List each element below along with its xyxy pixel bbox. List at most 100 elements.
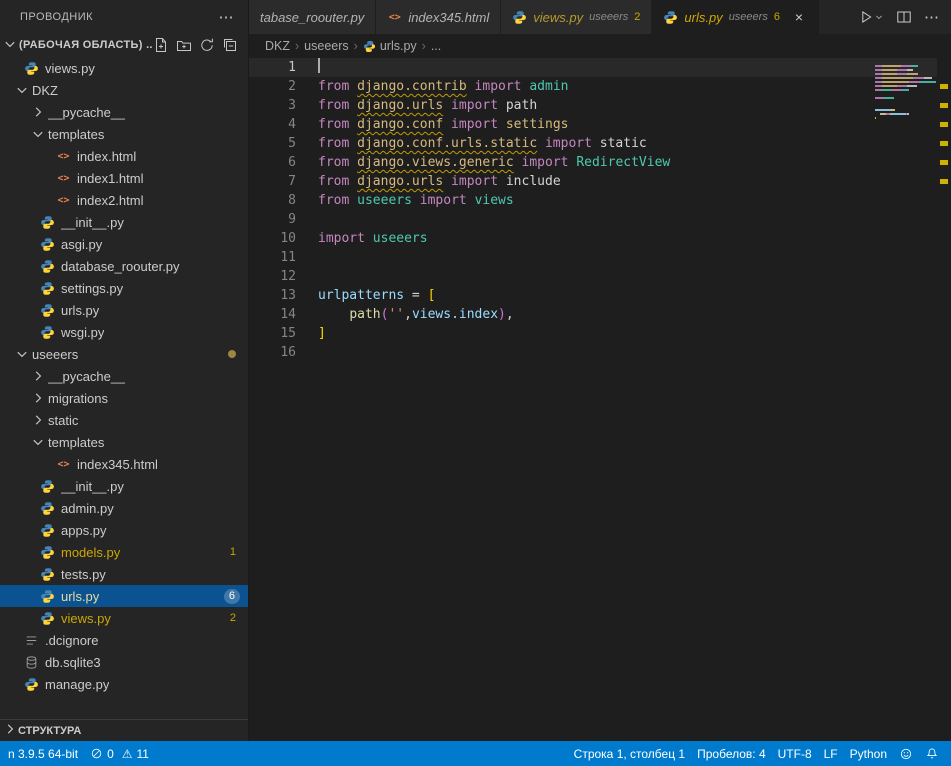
feedback-smiley-icon[interactable] — [893, 741, 919, 766]
code-line-8[interactable]: 8from useeers import views — [249, 191, 951, 210]
minimap[interactable] — [875, 61, 937, 741]
tree-folder-DKZ[interactable]: DKZ — [0, 79, 248, 101]
code-line-16[interactable]: 16 — [249, 343, 951, 362]
refresh-button[interactable] — [199, 37, 215, 53]
tree-file-__init__.py[interactable]: __init__.py — [0, 475, 248, 497]
split-editor-button[interactable] — [896, 9, 912, 25]
encoding[interactable]: UTF-8 — [772, 741, 818, 766]
indentation[interactable]: Пробелов: 4 — [691, 741, 772, 766]
tree-folder-static[interactable]: static — [0, 409, 248, 431]
overview-ruler[interactable] — [937, 58, 951, 741]
tree-folder-__pycache__[interactable]: __pycache__ — [0, 101, 248, 123]
new-folder-icon — [176, 37, 192, 53]
tree-file-views.py[interactable]: views.py2 — [0, 607, 248, 629]
tree-item-label: index.html — [77, 149, 136, 164]
notifications-bell-icon[interactable] — [919, 741, 945, 766]
line-number[interactable]: 8 — [249, 191, 296, 210]
tree-file-wsgi.py[interactable]: wsgi.py — [0, 321, 248, 343]
workspace-section-header[interactable]: (РАБОЧАЯ ОБЛАСТЬ) ... — [0, 33, 248, 57]
python-icon — [40, 589, 55, 604]
views-and-more-actions-button[interactable]: ⋯ — [219, 8, 235, 26]
tree-folder-__pycache__[interactable]: __pycache__ — [0, 365, 248, 387]
code-editor[interactable]: 12from django.contrib import admin3from … — [249, 58, 951, 741]
python-version[interactable]: n 3.9.5 64-bit — [2, 741, 84, 766]
code-line-15[interactable]: 15] — [249, 324, 951, 343]
text-cursor — [318, 58, 320, 73]
line-number[interactable]: 1 — [249, 58, 296, 77]
line-number[interactable]: 6 — [249, 153, 296, 172]
tree-folder-templates[interactable]: templates — [0, 123, 248, 145]
breadcrumb-item-DKZ[interactable]: DKZ — [265, 39, 290, 53]
code-line-7[interactable]: 7from django.urls import include — [249, 172, 951, 191]
tab-tabase_roouter.py[interactable]: tabase_roouter.py — [249, 0, 376, 34]
code-line-2[interactable]: 2from django.contrib import admin — [249, 77, 951, 96]
collapse-all-button[interactable] — [222, 37, 238, 53]
problems-indicator[interactable]: 0 ⚠ 11 — [84, 741, 155, 766]
line-number[interactable]: 3 — [249, 96, 296, 115]
code-line-9[interactable]: 9 — [249, 210, 951, 229]
code-line-12[interactable]: 12 — [249, 267, 951, 286]
cursor-position[interactable]: Строка 1, столбец 1 — [568, 741, 691, 766]
tree-file-manage.py[interactable]: manage.py — [0, 673, 248, 695]
code-line-11[interactable]: 11 — [249, 248, 951, 267]
tree-file-__init__.py[interactable]: __init__.py — [0, 211, 248, 233]
line-number[interactable]: 15 — [249, 324, 296, 343]
tree-file-db.sqlite3[interactable]: db.sqlite3 — [0, 651, 248, 673]
tree-file-urls.py[interactable]: urls.py — [0, 299, 248, 321]
tab-urls.py[interactable]: urls.pyuseeers6× — [652, 0, 819, 34]
code-line-13[interactable]: 13urlpatterns = [ — [249, 286, 951, 305]
workspace-label: (РАБОЧАЯ ОБЛАСТЬ) ... — [19, 39, 153, 51]
run-python-file-button[interactable] — [858, 9, 884, 25]
breadcrumb-item-urls.py[interactable]: urls.py — [363, 39, 417, 53]
new-folder-button[interactable] — [176, 37, 192, 53]
outline-section-header[interactable]: СТРУКТУРА — [0, 719, 248, 741]
code-line-5[interactable]: 5from django.conf.urls.static import sta… — [249, 134, 951, 153]
new-file-button[interactable] — [153, 37, 169, 53]
code-line-14[interactable]: 14 path('',views.index), — [249, 305, 951, 324]
tree-file-index1.html[interactable]: <>index1.html — [0, 167, 248, 189]
line-number[interactable]: 10 — [249, 229, 296, 248]
tree-file-asgi.py[interactable]: asgi.py — [0, 233, 248, 255]
language-mode[interactable]: Python — [844, 741, 893, 766]
line-number[interactable]: 11 — [249, 248, 296, 267]
code-line-4[interactable]: 4from django.conf import settings — [249, 115, 951, 134]
tree-file-index2.html[interactable]: <>index2.html — [0, 189, 248, 211]
tree-file-admin.py[interactable]: admin.py — [0, 497, 248, 519]
tab-views.py[interactable]: views.pyuseeers2 — [501, 0, 652, 34]
line-number[interactable]: 13 — [249, 286, 296, 305]
tab-detail: useeers — [589, 11, 628, 23]
code-line-6[interactable]: 6from django.views.generic import Redire… — [249, 153, 951, 172]
tree-file-.dcignore[interactable]: .dcignore — [0, 629, 248, 651]
minimap-line — [875, 97, 937, 99]
tree-folder-templates[interactable]: templates — [0, 431, 248, 453]
tree-item-label: apps.py — [61, 523, 107, 538]
line-number[interactable]: 16 — [249, 343, 296, 362]
tree-file-database_roouter.py[interactable]: database_roouter.py — [0, 255, 248, 277]
line-number[interactable]: 14 — [249, 305, 296, 324]
tree-file-apps.py[interactable]: apps.py — [0, 519, 248, 541]
line-number[interactable]: 12 — [249, 267, 296, 286]
tree-file-views.py[interactable]: views.py — [0, 57, 248, 79]
tree-file-index345.html[interactable]: <>index345.html — [0, 453, 248, 475]
line-number[interactable]: 9 — [249, 210, 296, 229]
tree-file-settings.py[interactable]: settings.py — [0, 277, 248, 299]
tree-file-models.py[interactable]: models.py1 — [0, 541, 248, 563]
eol[interactable]: LF — [818, 741, 844, 766]
line-number[interactable]: 5 — [249, 134, 296, 153]
code-line-3[interactable]: 3from django.urls import path — [249, 96, 951, 115]
tree-folder-migrations[interactable]: migrations — [0, 387, 248, 409]
close-tab-icon[interactable]: × — [791, 9, 807, 25]
editor-more-actions-button[interactable]: ⋯ — [924, 8, 939, 26]
breadcrumb-item-...[interactable]: ... — [431, 39, 441, 53]
breadcrumb-item-useeers[interactable]: useeers — [304, 39, 348, 53]
tree-file-tests.py[interactable]: tests.py — [0, 563, 248, 585]
code-line-10[interactable]: 10import useeers — [249, 229, 951, 248]
line-number[interactable]: 4 — [249, 115, 296, 134]
code-line-1[interactable]: 1 — [249, 58, 951, 77]
line-number[interactable]: 7 — [249, 172, 296, 191]
tree-file-urls.py[interactable]: urls.py6 — [0, 585, 248, 607]
tab-index345.html[interactable]: <>index345.html — [376, 0, 501, 34]
tree-folder-useeers[interactable]: useeers — [0, 343, 248, 365]
tree-file-index.html[interactable]: <>index.html — [0, 145, 248, 167]
line-number[interactable]: 2 — [249, 77, 296, 96]
